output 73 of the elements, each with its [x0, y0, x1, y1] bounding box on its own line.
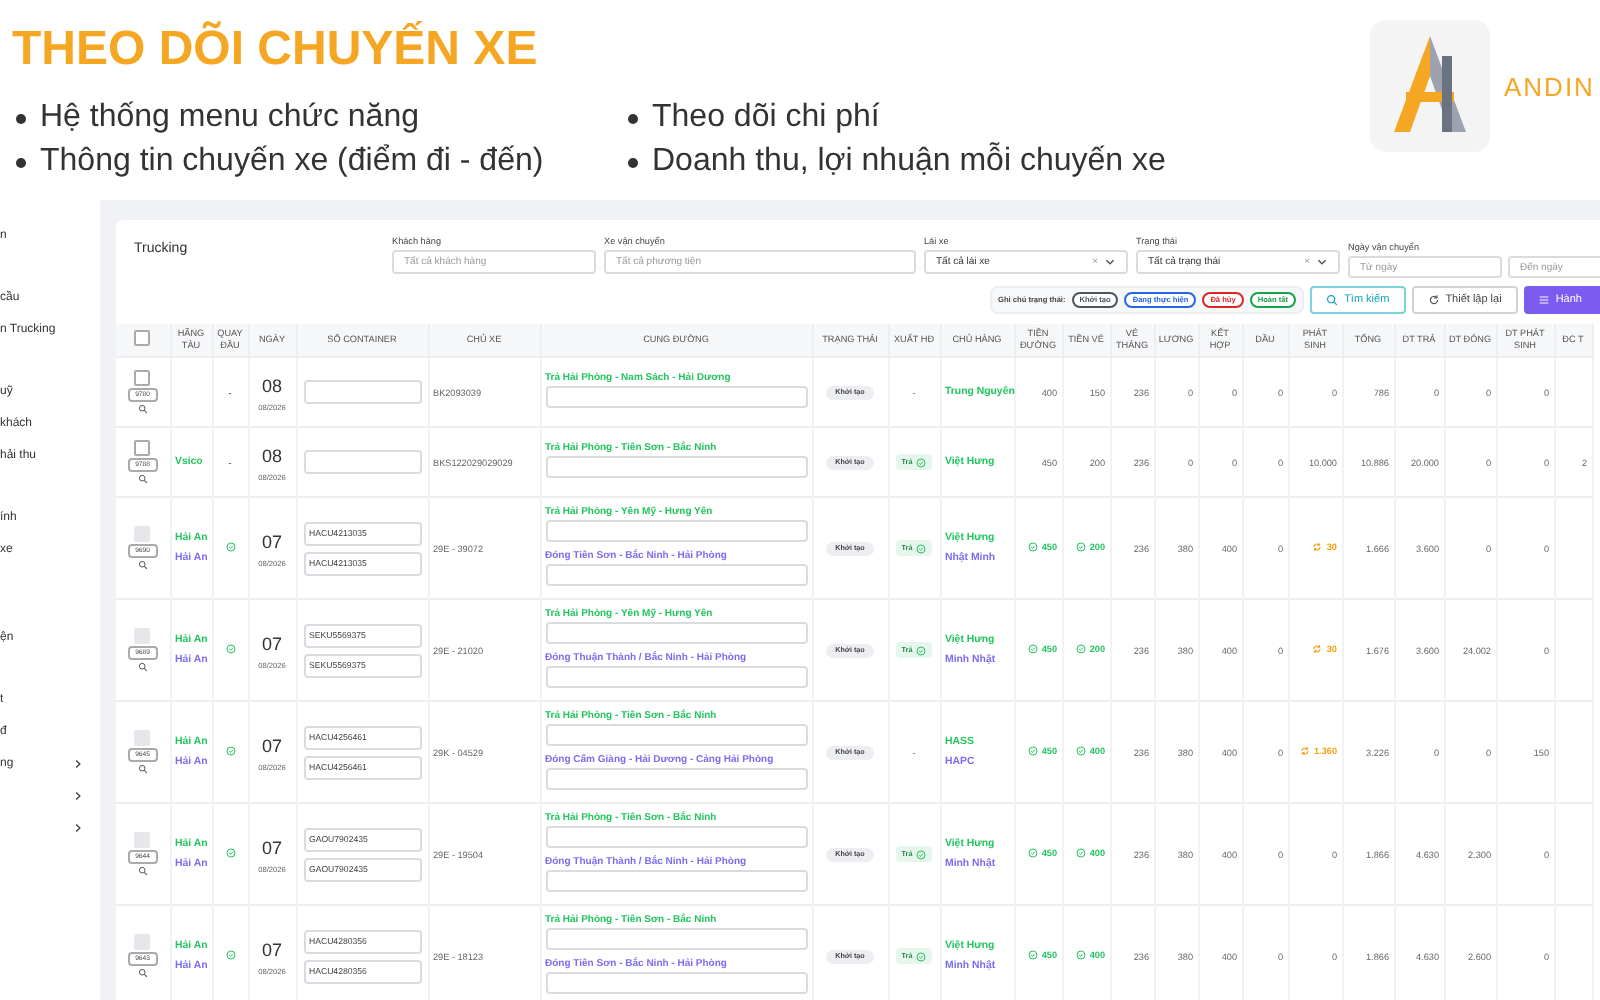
magnifier-icon[interactable]: [137, 404, 148, 414]
bullet-text: Theo dõi chi phí: [652, 100, 880, 136]
day-number: 07: [259, 529, 284, 553]
route-field[interactable]: [545, 564, 807, 586]
magnifier-icon[interactable]: [137, 968, 148, 978]
check-circle-icon: [916, 543, 927, 553]
chevron-right-icon[interactable]: [72, 822, 84, 834]
reset-icon: [1427, 294, 1440, 306]
route-field[interactable]: [545, 724, 807, 746]
magnifier-icon[interactable]: [137, 662, 148, 672]
day-number: 07: [259, 631, 284, 655]
bullet-text: Hệ thống menu chức năng: [40, 100, 419, 136]
select-all-checkbox[interactable]: [134, 330, 151, 347]
check-circle-icon: [1075, 644, 1086, 654]
check-circle-icon: [1075, 746, 1086, 756]
route-field[interactable]: [545, 928, 807, 950]
route-field[interactable]: [545, 768, 807, 790]
menu-icon: [1537, 294, 1550, 306]
route-field[interactable]: [545, 520, 807, 542]
day-number: 07: [259, 835, 284, 859]
check-circle-icon: [1075, 542, 1086, 552]
container-field[interactable]: [303, 450, 421, 474]
check-circle-icon: [225, 644, 235, 654]
slide-title: THEO DÕI CHUYẾN XE: [12, 20, 540, 80]
check-circle-icon: [1027, 746, 1038, 756]
check-circle-icon: [1075, 848, 1086, 858]
check-circle-icon: [916, 849, 927, 859]
check-circle-icon: [916, 645, 927, 655]
route-field[interactable]: [545, 666, 807, 688]
bullet-dot-icon: [16, 157, 26, 167]
check-circle-icon: [1027, 644, 1038, 654]
brand-name: ANDIN: [1504, 71, 1595, 101]
check-circle-icon: [1075, 950, 1086, 960]
bullet-dot-icon: [628, 113, 638, 123]
sync-icon: [1300, 746, 1310, 756]
day-number: 07: [259, 733, 284, 757]
check-circle-icon: [225, 542, 235, 552]
bullet-text: Doanh thu, lợi nhuận mỗi chuyến xe: [652, 144, 1166, 180]
check-circle-icon: [225, 848, 235, 858]
route-field[interactable]: [545, 870, 807, 892]
check-circle-icon: [1027, 848, 1038, 858]
chevron-down-icon[interactable]: [1316, 256, 1328, 268]
sync-icon: [1312, 542, 1323, 552]
day-number: 08: [259, 373, 284, 397]
route-field[interactable]: [545, 622, 807, 644]
bullet-text: Thông tin chuyến xe (điểm đi - đến): [40, 144, 544, 180]
search-icon: [1326, 294, 1339, 306]
row-checkbox[interactable]: [134, 370, 151, 386]
chevron-down-icon[interactable]: [1104, 256, 1116, 268]
magnifier-icon[interactable]: [137, 866, 148, 876]
row-checkbox[interactable]: [134, 440, 151, 456]
container-field[interactable]: [303, 380, 421, 404]
route-field[interactable]: [545, 972, 807, 994]
chevron-right-icon[interactable]: [72, 790, 84, 802]
logo-icon: [1370, 20, 1490, 152]
bullet-dot-icon: [628, 157, 638, 167]
sync-icon: [1312, 644, 1323, 654]
chevron-right-icon[interactable]: [72, 758, 84, 770]
magnifier-icon[interactable]: [137, 474, 148, 484]
check-circle-icon: [916, 457, 927, 467]
check-circle-icon: [1027, 542, 1038, 552]
magnifier-icon[interactable]: [137, 560, 148, 570]
day-number: 07: [259, 937, 284, 961]
route-field[interactable]: [545, 386, 807, 408]
check-circle-icon: [225, 746, 235, 756]
check-circle-icon: [1027, 950, 1038, 960]
check-circle-icon: [225, 950, 235, 960]
route-field[interactable]: [545, 826, 807, 848]
route-field[interactable]: [545, 456, 807, 478]
magnifier-icon[interactable]: [137, 764, 148, 774]
day-number: 08: [259, 443, 284, 467]
bullet-dot-icon: [16, 113, 26, 123]
check-circle-icon: [916, 951, 927, 961]
